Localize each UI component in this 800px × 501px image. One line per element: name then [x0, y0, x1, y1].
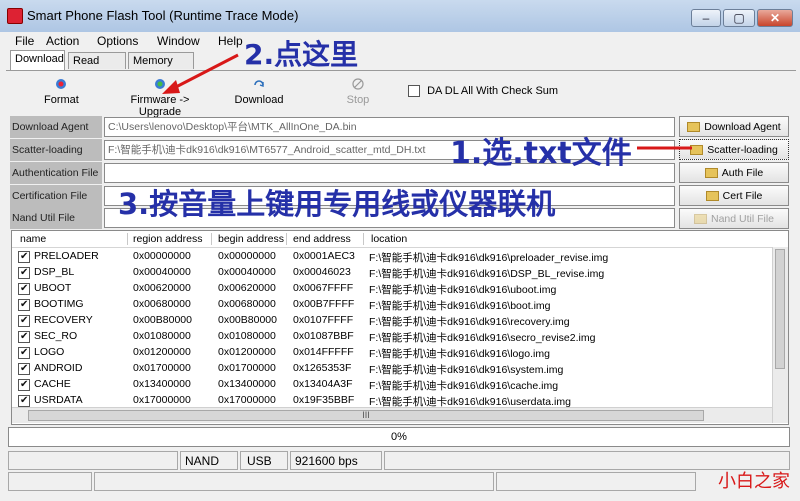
- arrow-head-step2: [162, 80, 180, 94]
- annotation-step3: 3.按音量上键用专用线或仪器联机: [118, 187, 556, 221]
- annotation-step2: 2.点这里: [244, 38, 359, 71]
- annotation-arrows: [162, 53, 692, 150]
- annotation-step1: 1.选.txt文件: [450, 136, 632, 171]
- watermark: 小白之家: [718, 471, 790, 492]
- arrow-line-step2: [173, 53, 239, 90]
